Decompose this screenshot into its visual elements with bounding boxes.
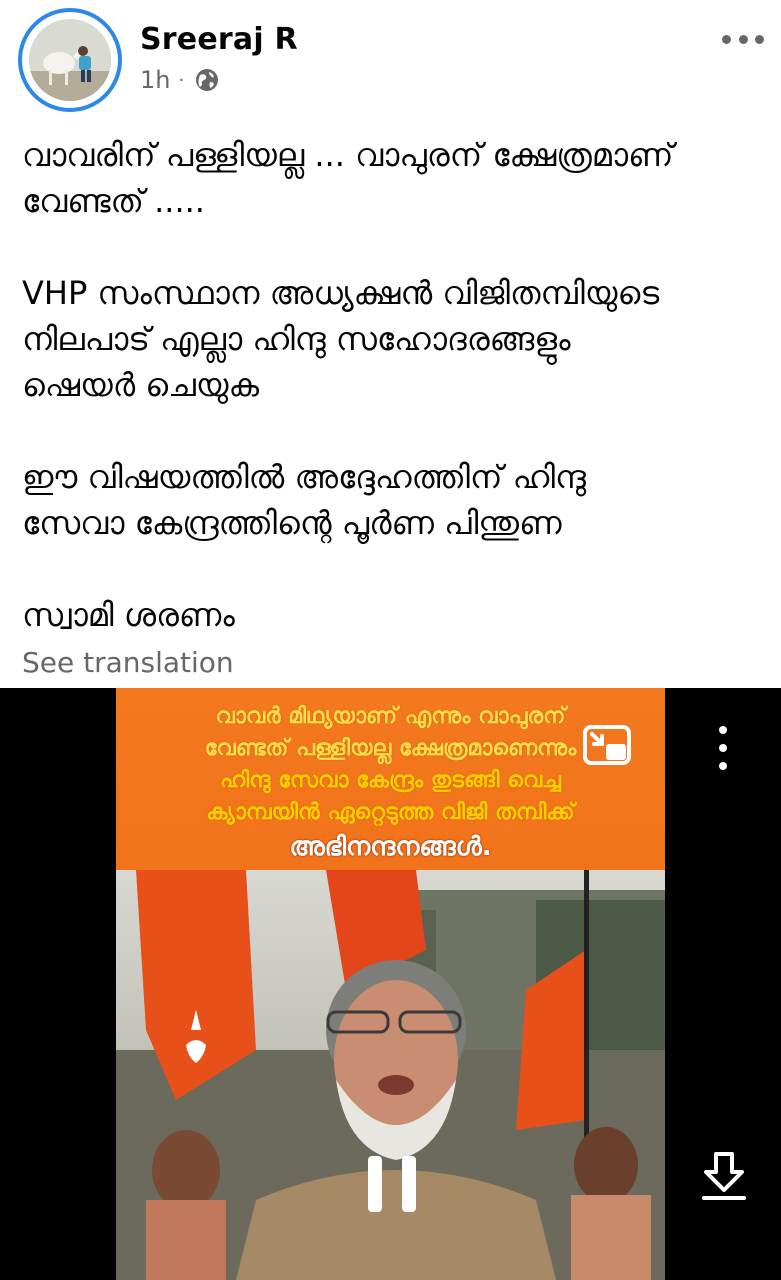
banner-line: ഹിന്ദു സേവാ കേന്ദ്രം തുടങ്ങി വെച്ച xyxy=(220,768,561,793)
avatar-photo xyxy=(29,19,111,101)
video-banner: വാവർ മിഥ്യയാണ് എന്നും വാപുരന് വേണ്ടത് പള… xyxy=(116,688,665,870)
avatar-story-ring[interactable] xyxy=(18,8,122,112)
video-still xyxy=(116,870,665,1280)
post-line: സ്വാമി ശരണം xyxy=(22,596,235,634)
meta-separator: · xyxy=(178,69,185,91)
pause-icon[interactable] xyxy=(368,1156,416,1212)
post-line: സേവാ കേന്ദ്രത്തിന്റെ പൂർണ പിന്തുണ xyxy=(22,504,562,542)
banner-line: ക്യാമ്പയിൻ ഏറ്റെടുത്ത വിജി തമ്പിക്ക് xyxy=(206,800,575,825)
video-player[interactable]: വാവർ മിഥ്യയാണ് എന്നും വാപുരന് വേണ്ടത് പള… xyxy=(0,688,781,1280)
video-scene xyxy=(116,870,665,1280)
banner-line: അഭിനന്ദനങ്ങൾ. xyxy=(289,832,492,862)
more-horizontal-icon[interactable] xyxy=(722,24,764,54)
post-meta: 1h · xyxy=(140,66,220,94)
post-line: ഷെയർ ചെയുക xyxy=(22,366,260,404)
post-header: Sreeraj R 1h · xyxy=(0,0,781,120)
post-line: VHP സംസ്ഥാന അധ്യക്ഷൻ വിജിതമ്പിയുടെ xyxy=(22,274,660,312)
post-line: നിലപാട് എല്ലാ ഹിന്ദു സഹോദരങ്ങളും xyxy=(22,320,571,358)
post-line: വാവരിന് പള്ളിയല്ല ... വാപുരന് ക്ഷേത്രമാണ… xyxy=(22,136,674,174)
post-line: ഈ വിഷയത്തിൽ അദ്ദേഹത്തിന് ഹിന്ദു xyxy=(22,458,586,496)
picture-in-picture-icon[interactable] xyxy=(582,724,632,766)
post-text: വാവരിന് പള്ളിയല്ല ... വാപുരന് ക്ഷേത്രമാണ… xyxy=(22,132,762,638)
download-icon[interactable] xyxy=(700,1150,748,1202)
author-name[interactable]: Sreeraj R xyxy=(140,22,298,57)
more-vertical-icon[interactable] xyxy=(718,726,728,770)
globe-icon xyxy=(196,69,219,91)
see-translation-link[interactable]: See translation xyxy=(22,646,234,679)
post-line: വേണ്ടത് ..... xyxy=(22,182,205,220)
post-time[interactable]: 1h xyxy=(140,66,170,94)
avatar[interactable] xyxy=(29,19,111,101)
